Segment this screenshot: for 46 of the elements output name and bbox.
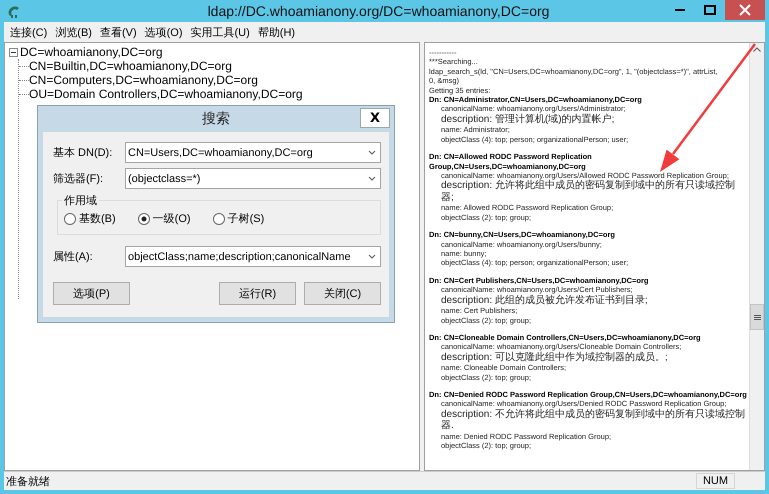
- options-button[interactable]: 选项(P): [53, 282, 130, 305]
- num-lock-indicator: NUM: [696, 473, 735, 489]
- status-text: 准备就绪: [5, 474, 51, 488]
- combo-field[interactable]: CN=Users,DC=whoamianony,DC=org: [125, 142, 381, 163]
- grip-icon: [754, 314, 760, 320]
- menu-item[interactable]: 帮助(H): [254, 24, 300, 40]
- tree-item[interactable]: DC=whoamianony,DC=org: [20, 45, 163, 59]
- run-button[interactable]: 运行(R): [219, 282, 296, 305]
- field-label: 基本 DN(D):: [53, 146, 114, 160]
- menu-item[interactable]: 选项(O): [140, 24, 187, 40]
- field-label: 筛选器(F):: [53, 172, 104, 186]
- scrollbar-thumb[interactable]: [750, 304, 764, 330]
- radio-label[interactable]: 子树(S): [228, 211, 264, 226]
- tree-item[interactable]: CN=Builtin,DC=whoamianony,DC=org: [29, 59, 232, 73]
- radio-icon[interactable]: [212, 212, 225, 224]
- entry-attribute: description: 此组的成员被允许发布证书到目录;: [440, 294, 649, 306]
- tree-item[interactable]: CN=Computers,DC=whoamianony,DC=org: [29, 73, 258, 87]
- close-dialog-button[interactable]: 关闭(C): [304, 282, 381, 305]
- group-label: 作用域: [62, 193, 99, 208]
- radio-icon[interactable]: [64, 212, 76, 224]
- field-label: 属性(A):: [53, 250, 94, 264]
- menu-item[interactable]: 浏览(B): [51, 24, 96, 40]
- entry-attribute: description: 可以克隆此组中作为域控制器的成员。;: [440, 352, 669, 364]
- chevron-icon[interactable]: [368, 150, 376, 155]
- chevron-icon[interactable]: [368, 254, 376, 259]
- menu-item[interactable]: 连接(C): [6, 24, 52, 40]
- collapse-icon[interactable]: [9, 48, 18, 56]
- combo-field[interactable]: objectClass;name;description;canonicalName: [125, 246, 381, 267]
- radio-label[interactable]: 一级(O): [152, 211, 191, 226]
- combo-field[interactable]: (objectclass=*): [125, 168, 381, 189]
- radio-label[interactable]: 基数(B): [79, 211, 116, 226]
- window-title: ldap://DC.whoamianony.org/DC=whoamianony,DC=org: [206, 3, 550, 19]
- scroll-up-icon[interactable]: [753, 47, 761, 52]
- entry-attribute: description: 管理计算机(域)的内置帐户;: [440, 114, 616, 126]
- chevron-icon[interactable]: [368, 176, 376, 181]
- dialog-title: 搜索: [202, 110, 230, 128]
- menu-item[interactable]: 实用工具(U): [186, 24, 254, 40]
- close-icon[interactable]: [739, 4, 751, 16]
- tree-item[interactable]: OU=Domain Controllers,DC=whoamianony,DC=org: [29, 87, 303, 101]
- close-button[interactable]: X: [360, 108, 390, 128]
- entry-attribute: description: 允许将此组中成员的密码复制到域中的所有只读域控制器;: [440, 180, 736, 204]
- menu-item[interactable]: 查看(V): [96, 24, 141, 40]
- close-button[interactable]: [725, 0, 765, 20]
- entry-attribute: description: 不允许将此组中成员的密码复制到域中的所有只读域控制器.: [440, 408, 746, 432]
- radio-icon[interactable]: [138, 212, 150, 224]
- maximize-icon[interactable]: [704, 5, 716, 15]
